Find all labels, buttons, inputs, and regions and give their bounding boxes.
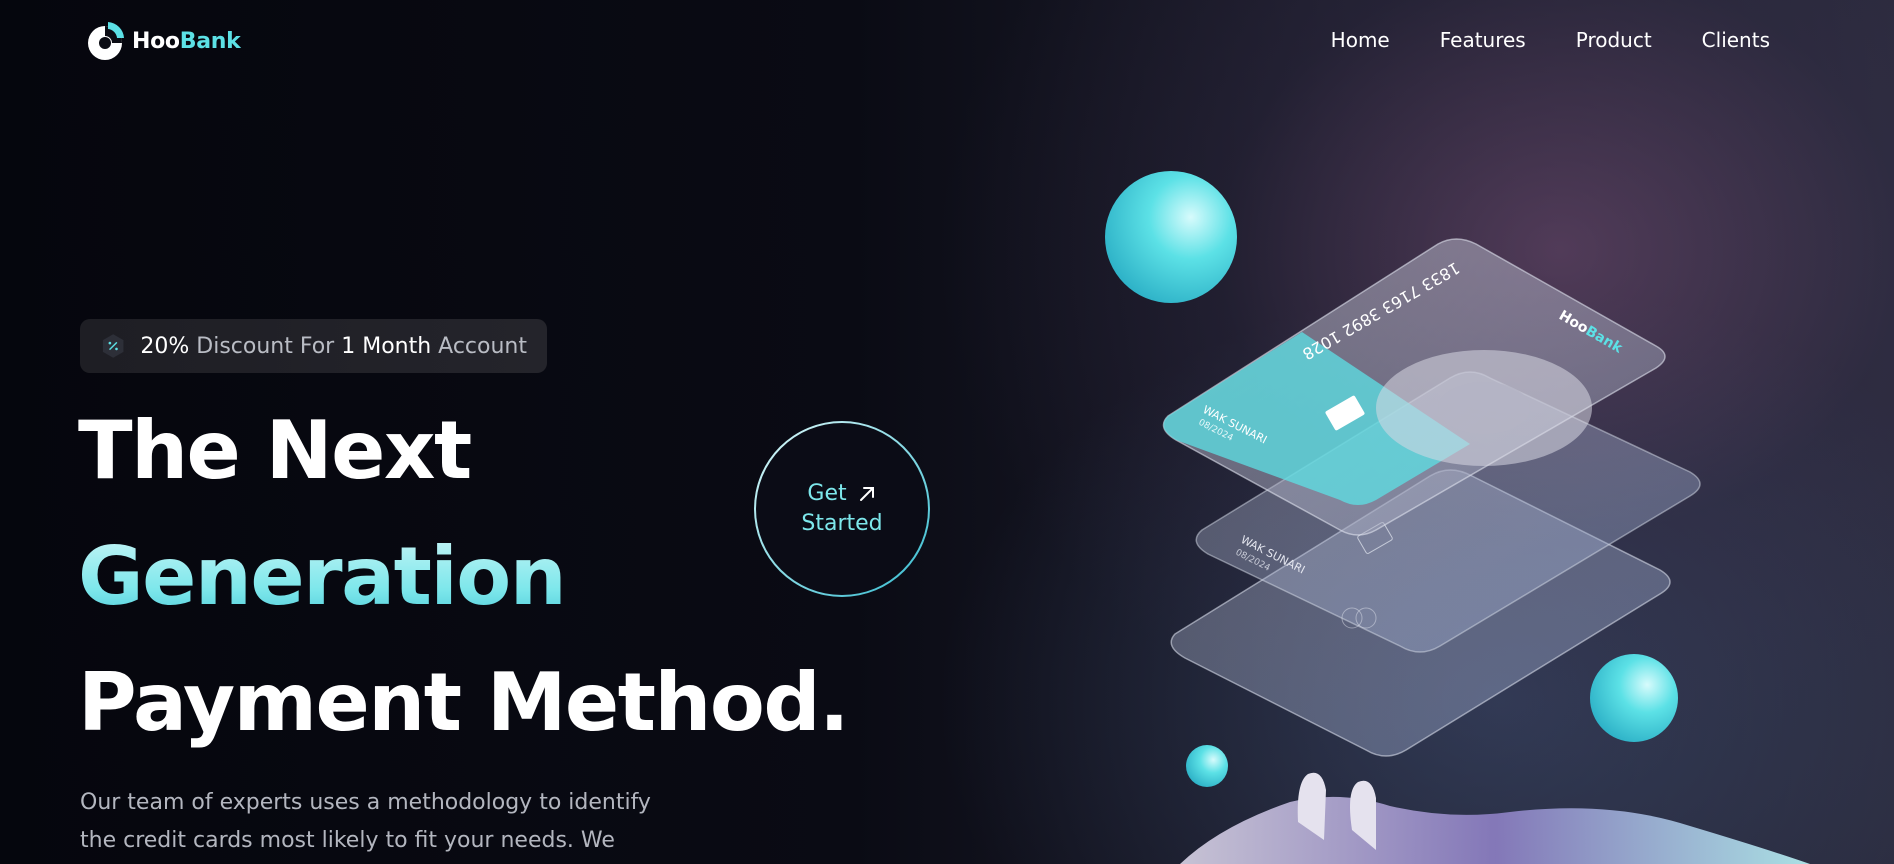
discount-text: 20% Discount For 1 Month Account <box>140 333 527 359</box>
hero-headline: The Next Generation Payment Method. <box>78 388 850 766</box>
logo-text: HooBank <box>132 28 241 54</box>
arrow-up-right-icon <box>859 487 874 501</box>
robot-hand <box>1180 796 1810 864</box>
nav-product[interactable]: Product <box>1576 28 1652 52</box>
logo-icon <box>88 22 124 60</box>
hero-paragraph: Our team of experts uses a methodology t… <box>80 790 651 853</box>
get-started-inner: Get Started <box>756 423 928 595</box>
sphere-large <box>1105 171 1237 303</box>
sphere-right <box>1590 654 1678 742</box>
nav-features[interactable]: Features <box>1440 28 1526 52</box>
headline-line-2: Generation <box>78 514 848 640</box>
get-started-label-2: Started <box>801 511 883 536</box>
discount-badge: 20% Discount For 1 Month Account <box>80 319 547 373</box>
card-top-disc-inner <box>1438 382 1530 434</box>
get-started-button[interactable]: Get Started <box>754 421 930 597</box>
nav-clients[interactable]: Clients <box>1702 28 1770 52</box>
hero-illustration: WAK SUNARI 08/2024 1833 7163 3892 1028 H… <box>1105 171 1810 864</box>
headline-line-1: The Next <box>78 404 472 497</box>
headline-line-3: Payment Method. <box>78 656 850 749</box>
nav-home[interactable]: Home <box>1331 28 1390 52</box>
discount-icon <box>102 334 124 358</box>
sphere-small <box>1186 745 1228 787</box>
landing-page: HooBank Home Features Product Clients 20… <box>0 0 1894 864</box>
brand-logo[interactable]: HooBank <box>84 20 241 62</box>
main-nav: Home Features Product Clients <box>1331 28 1770 52</box>
get-started-label-1: Get <box>807 481 847 506</box>
get-started-row: Get <box>807 479 876 509</box>
